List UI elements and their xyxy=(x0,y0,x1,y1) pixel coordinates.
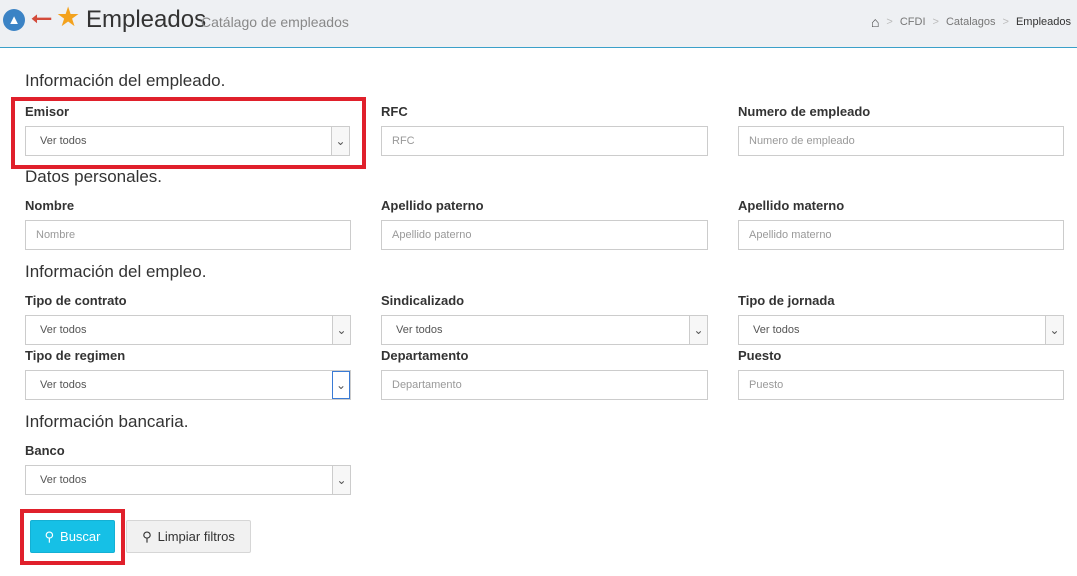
section-personales-title: Datos personales. xyxy=(25,167,163,186)
star-icon[interactable]: ★ xyxy=(56,4,80,31)
chevron-down-icon: ⌄ xyxy=(332,316,350,344)
apellido-paterno-input[interactable]: Apellido paterno xyxy=(381,220,708,250)
sindicalizado-label: Sindicalizado xyxy=(381,293,465,308)
chevron-down-icon: ⌄ xyxy=(689,316,707,344)
emisor-label: Emisor xyxy=(25,104,70,119)
rfc-input[interactable]: RFC xyxy=(381,126,708,156)
buscar-button[interactable]: ⚲ Buscar xyxy=(30,520,115,553)
emisor-select[interactable]: Ver todos ⌄ xyxy=(25,126,350,156)
banco-label: Banco xyxy=(25,443,65,458)
banco-select[interactable]: Ver todos ⌄ xyxy=(25,465,351,495)
numero-empleado-label: Numero de empleado xyxy=(738,104,871,119)
tipo-regimen-label: Tipo de regimen xyxy=(25,348,126,363)
section-empleo-title: Información del empleo. xyxy=(25,262,207,281)
limpiar-filtros-label: Limpiar filtros xyxy=(157,529,235,544)
departamento-label: Departamento xyxy=(381,348,469,363)
section-bancaria-title: Información bancaria. xyxy=(25,412,189,431)
chevron-down-icon: ⌄ xyxy=(332,466,350,494)
puesto-input[interactable]: Puesto xyxy=(738,370,1064,400)
chevron-down-icon: ⌄ xyxy=(1045,316,1063,344)
page-header: ▲ 🠀 ★ Empleados Catálago de empleados ⌂ … xyxy=(0,0,1077,48)
breadcrumb: ⌂ > CFDI > Catalagos > Empleados xyxy=(870,14,1071,30)
puesto-label: Puesto xyxy=(738,348,782,363)
banco-value: Ver todos xyxy=(40,474,87,486)
section-empleado-title: Información del empleado. xyxy=(25,71,226,90)
apellido-materno-input[interactable]: Apellido materno xyxy=(738,220,1064,250)
tipo-jornada-label: Tipo de jornada xyxy=(738,293,835,308)
page-subtitle: Catálago de empleados xyxy=(201,14,349,30)
tipo-contrato-label: Tipo de contrato xyxy=(25,293,127,308)
departamento-input[interactable]: Departamento xyxy=(381,370,708,400)
numero-empleado-input[interactable]: Numero de empleado xyxy=(738,126,1064,156)
nombre-label: Nombre xyxy=(25,198,75,213)
chevron-down-icon: ⌄ xyxy=(332,371,350,399)
chevron-down-icon: ⌄ xyxy=(331,127,349,155)
search-icon: ⚲ xyxy=(142,528,152,544)
buscar-label: Buscar xyxy=(60,529,101,544)
tipo-jornada-value: Ver todos xyxy=(753,324,800,336)
home-icon[interactable]: ⌂ xyxy=(871,14,879,30)
tipo-contrato-value: Ver todos xyxy=(40,324,87,336)
pin-icon[interactable]: ▲ xyxy=(3,9,25,31)
tipo-regimen-select[interactable]: Ver todos ⌄ xyxy=(25,370,351,400)
search-icon: ⚲ xyxy=(44,528,55,544)
page-title: Empleados xyxy=(86,6,207,33)
nombre-input[interactable]: Nombre xyxy=(25,220,351,250)
tipo-regimen-value: Ver todos xyxy=(40,379,87,391)
sindicalizado-value: Ver todos xyxy=(396,324,443,336)
sindicalizado-select[interactable]: Ver todos ⌄ xyxy=(381,315,708,345)
arrow-left-icon[interactable]: 🠀 xyxy=(31,6,52,32)
emisor-value: Ver todos xyxy=(40,135,87,147)
breadcrumb-catalagos[interactable]: Catalagos xyxy=(946,16,996,28)
apellido-materno-label: Apellido materno xyxy=(738,198,845,213)
apellido-paterno-label: Apellido paterno xyxy=(381,198,484,213)
tipo-jornada-select[interactable]: Ver todos ⌄ xyxy=(738,315,1064,345)
limpiar-filtros-button[interactable]: ⚲ Limpiar filtros xyxy=(126,520,251,553)
rfc-label: RFC xyxy=(381,104,408,119)
breadcrumb-cfdi[interactable]: CFDI xyxy=(900,16,926,28)
tipo-contrato-select[interactable]: Ver todos ⌄ xyxy=(25,315,351,345)
breadcrumb-empleados: Empleados xyxy=(1015,16,1071,28)
